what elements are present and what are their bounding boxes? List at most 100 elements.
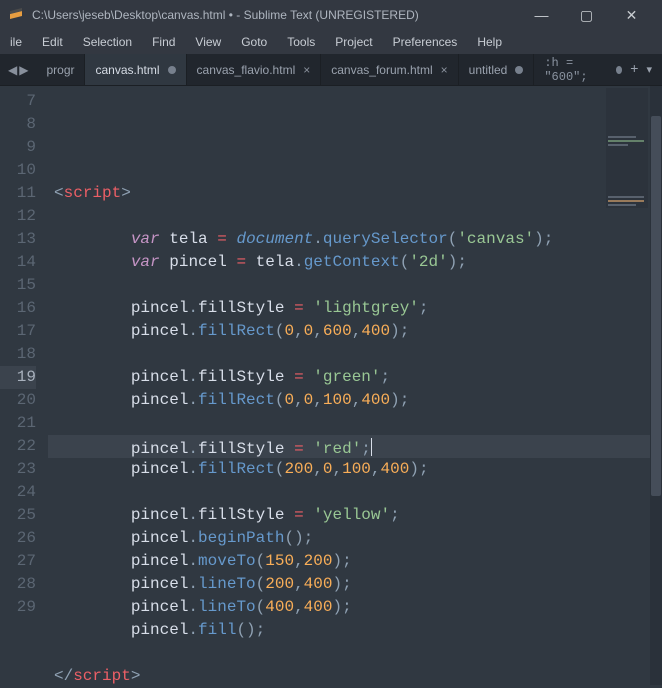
code-line[interactable]: pincel.fill(); — [48, 619, 662, 642]
tab-untitled[interactable]: untitled — [459, 54, 535, 85]
code-line[interactable]: pincel.fillStyle = 'red'; — [48, 435, 662, 458]
close-button[interactable]: ✕ — [609, 0, 654, 30]
token-operator: = — [217, 230, 227, 248]
line-number[interactable]: 25 — [0, 504, 36, 527]
token-punct: ; — [342, 598, 352, 616]
token-var: pincel — [131, 621, 189, 639]
code-line[interactable] — [48, 481, 662, 504]
code-line[interactable] — [48, 205, 662, 228]
tab-nav-left-icon[interactable]: ◀ — [8, 63, 17, 77]
menu-project[interactable]: Project — [325, 35, 382, 49]
overflow-code-snippet: :h = "600"; — [544, 56, 607, 84]
code-line[interactable] — [48, 642, 662, 665]
code-line[interactable]: pincel.fillRect(0,0,600,400); — [48, 320, 662, 343]
line-number[interactable]: 27 — [0, 550, 36, 573]
code-line[interactable]: pincel.fillRect(0,0,100,400); — [48, 389, 662, 412]
tab-close-icon[interactable]: × — [441, 63, 448, 77]
code-line[interactable]: pincel.lineTo(400,400); — [48, 596, 662, 619]
menu-find[interactable]: Find — [142, 35, 185, 49]
token-string: 'yellow' — [313, 506, 390, 524]
minimize-button[interactable]: — — [519, 0, 564, 30]
token-number: 0 — [304, 322, 314, 340]
token-number: 200 — [284, 460, 313, 478]
menu-preferences[interactable]: Preferences — [383, 35, 468, 49]
code-line[interactable] — [48, 274, 662, 297]
line-number[interactable]: 22 — [0, 435, 36, 458]
tab-nav-right-icon[interactable]: ▶ — [19, 63, 28, 77]
menu-selection[interactable]: Selection — [73, 35, 142, 49]
line-number[interactable]: 10 — [0, 159, 36, 182]
tab-canvas-html[interactable]: canvas.html — [85, 54, 186, 85]
menu-tools[interactable]: Tools — [277, 35, 325, 49]
vertical-scrollbar[interactable] — [650, 86, 662, 685]
token-operator: = — [294, 440, 304, 458]
line-number[interactable]: 11 — [0, 182, 36, 205]
tab-canvas-forum-html[interactable]: canvas_forum.html× — [321, 54, 458, 85]
token-number: 0 — [284, 322, 294, 340]
line-number[interactable]: 16 — [0, 297, 36, 320]
code-line[interactable]: <script> — [48, 182, 662, 205]
tab-overflow: :h = "600"; + ▾ — [534, 54, 662, 85]
code-line[interactable]: var tela = document.querySelector('canva… — [48, 228, 662, 251]
menu-edit[interactable]: Edit — [32, 35, 73, 49]
token-text — [227, 253, 237, 271]
scrollbar-thumb[interactable] — [651, 116, 661, 496]
tab-list-dropdown-icon[interactable]: ▾ — [646, 63, 652, 77]
line-number[interactable]: 29 — [0, 596, 36, 619]
tab-close-icon[interactable]: × — [303, 63, 310, 77]
minimap[interactable] — [606, 88, 648, 208]
code-area[interactable]: <script> var tela = document.querySelect… — [48, 86, 662, 685]
line-number[interactable]: 13 — [0, 228, 36, 251]
token-text — [304, 506, 314, 524]
code-line[interactable]: pincel.fillRect(200,0,100,400); — [48, 458, 662, 481]
code-line[interactable]: pincel.lineTo(200,400); — [48, 573, 662, 596]
menu-view[interactable]: View — [185, 35, 231, 49]
code-line[interactable] — [48, 343, 662, 366]
token-string: 'green' — [313, 368, 380, 386]
line-number[interactable]: 8 — [0, 113, 36, 136]
code-line[interactable]: pincel.fillStyle = 'green'; — [48, 366, 662, 389]
code-line[interactable]: pincel.beginPath(); — [48, 527, 662, 550]
code-line[interactable] — [48, 159, 662, 182]
code-line[interactable]: var pincel = tela.getContext('2d'); — [48, 251, 662, 274]
token-prop: fillStyle — [198, 368, 284, 386]
token-punct: ; — [256, 621, 266, 639]
menu-help[interactable]: Help — [467, 35, 512, 49]
code-line[interactable] — [48, 412, 662, 435]
line-number[interactable]: 21 — [0, 412, 36, 435]
token-func: fill — [198, 621, 236, 639]
line-number[interactable]: 26 — [0, 527, 36, 550]
new-tab-button[interactable]: + — [630, 62, 638, 78]
code-line[interactable]: pincel.moveTo(150,200); — [48, 550, 662, 573]
code-line[interactable]: pincel.fillStyle = 'lightgrey'; — [48, 297, 662, 320]
tab-progr[interactable]: progr — [36, 54, 85, 85]
tab-canvas-flavio-html[interactable]: canvas_flavio.html× — [187, 54, 322, 85]
line-number[interactable]: 20 — [0, 389, 36, 412]
line-number[interactable]: 7 — [0, 90, 36, 113]
code-line[interactable]: pincel.fillStyle = 'yellow'; — [48, 504, 662, 527]
line-number[interactable]: 15 — [0, 274, 36, 297]
token-punct: , — [313, 391, 323, 409]
line-number[interactable]: 23 — [0, 458, 36, 481]
window-title: C:\Users\jeseb\Desktop\canvas.html • - S… — [32, 8, 519, 22]
token-var: pincel — [131, 529, 189, 547]
text-cursor — [371, 438, 372, 456]
line-number[interactable]: 24 — [0, 481, 36, 504]
token-punct: . — [188, 575, 198, 593]
token-punct: , — [294, 552, 304, 570]
line-number[interactable]: 28 — [0, 573, 36, 596]
line-number[interactable]: 14 — [0, 251, 36, 274]
token-punct: > — [131, 667, 141, 685]
line-number[interactable]: 9 — [0, 136, 36, 159]
menu-goto[interactable]: Goto — [231, 35, 277, 49]
maximize-button[interactable]: ▢ — [564, 0, 609, 30]
line-number[interactable]: 17 — [0, 320, 36, 343]
token-number: 200 — [265, 575, 294, 593]
menu-ile[interactable]: ile — [0, 35, 32, 49]
token-punct: ) — [332, 598, 342, 616]
token-text — [304, 368, 314, 386]
line-number[interactable]: 19 — [0, 366, 36, 389]
line-number[interactable]: 12 — [0, 205, 36, 228]
editor[interactable]: 7891011121314151617181920212223242526272… — [0, 86, 662, 685]
line-number[interactable]: 18 — [0, 343, 36, 366]
